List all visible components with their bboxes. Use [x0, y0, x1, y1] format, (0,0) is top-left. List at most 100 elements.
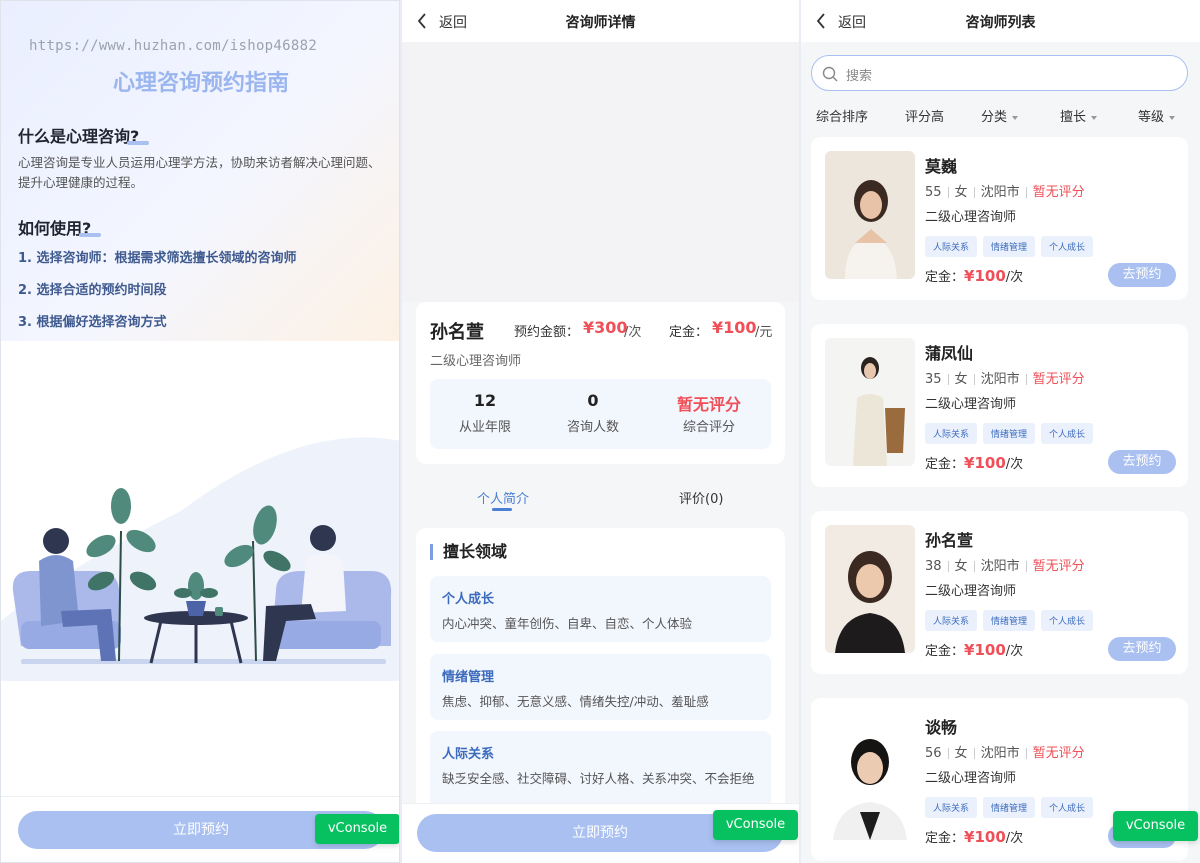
filter-specialty[interactable]: 擅长	[1060, 106, 1098, 125]
watermark: https://www.huzhan.com/ishop46882	[29, 38, 318, 54]
fee-value: ¥300	[583, 318, 628, 337]
search-placeholder: 搜索	[846, 69, 873, 84]
stat-value: 0	[587, 391, 599, 410]
city: 沈阳市	[980, 185, 1020, 200]
guide-title: 心理咨询预约指南	[112, 71, 289, 96]
divider	[973, 748, 975, 759]
list-nav-bar: 返回 咨询师列表	[801, 0, 1200, 42]
counselor-level: 二级心理咨询师	[925, 771, 1017, 786]
vconsole-button[interactable]: vConsole	[713, 810, 798, 840]
deposit-unit: /元	[755, 325, 773, 340]
back-button[interactable]: 返回	[838, 12, 866, 32]
step-3: 3. 根据偏好选择咨询方式	[18, 315, 167, 330]
counselor-card[interactable]: 孙名萱 38 女沈阳市 暂无评分 二级心理咨询师 人际关系 情绪管理 个人成长 定金：¥…	[811, 511, 1188, 674]
age: 56	[925, 746, 942, 761]
tag: 个人成长	[1041, 236, 1094, 257]
gender: 女	[954, 746, 968, 761]
deposit-amount: ¥100	[964, 454, 1006, 472]
deposit: 定金：¥100/次	[925, 640, 1023, 659]
filter-level[interactable]: 等级	[1138, 106, 1176, 125]
filter-label: 擅长	[1060, 110, 1087, 125]
stat-label: 综合评分	[682, 420, 735, 435]
counselor-name: 孙名萱	[430, 322, 484, 343]
counselor-photo	[825, 525, 915, 653]
deposit-unit: /次	[1005, 644, 1024, 659]
divider	[1025, 561, 1027, 572]
stat-label: 咨询人数	[566, 420, 619, 435]
tag: 情绪管理	[983, 797, 1036, 818]
specialty-desc: 缺乏安全感、社交障碍、讨好人格、关系冲突、不会拒绝	[442, 771, 755, 786]
specialty-item: 情绪管理 焦虑、抑郁、无意义感、情绪失控/冲动、羞耻感	[430, 654, 771, 720]
profile-card: 孙名萱 预约金额： ¥300 /次 定金： ¥100 /元 二级心理咨询师 12…	[416, 302, 785, 464]
how-heading: 如何使用?	[18, 215, 102, 239]
vconsole-button[interactable]: vConsole	[1113, 811, 1198, 841]
book-button[interactable]: 去预约	[1108, 450, 1176, 474]
stat-clients: 0 咨询人数	[538, 391, 648, 435]
counselor-meta: 55 女沈阳市 暂无评分	[925, 181, 1085, 200]
deposit: 定金：¥100/次	[925, 453, 1023, 472]
deposit-label: 定金：	[925, 831, 965, 846]
counselor-level: 二级心理咨询师	[925, 397, 1017, 412]
tag: 人际关系	[925, 236, 978, 257]
counselor-name: 孙名萱	[925, 531, 974, 550]
deposit-label: 定金：	[925, 457, 965, 472]
counselor-meta: 35 女沈阳市 暂无评分	[925, 368, 1085, 387]
divider	[1025, 748, 1027, 759]
tab-reviews[interactable]: 评价(0)	[679, 488, 723, 507]
deposit-value: ¥100	[712, 318, 757, 337]
specialty-card: 擅长领域 个人成长 内心冲突、童年创伤、自卑、自恋、个人体验 情绪管理 焦虑、抑…	[416, 528, 785, 828]
search-input[interactable]: 搜索	[811, 55, 1188, 91]
counselor-card[interactable]: 莫巍 55 女沈阳市 暂无评分 二级心理咨询师 人际关系 情绪管理 个人成长 定金：¥1…	[811, 137, 1188, 300]
vconsole-button[interactable]: vConsole	[315, 814, 399, 844]
back-button[interactable]: 返回	[439, 12, 467, 32]
list-panel: 返回 咨询师列表 搜索 综合排序 评分高 分类 擅长 等级 莫巍 55 女沈阳市暂…	[801, 0, 1200, 863]
deposit-amount: ¥100	[964, 641, 1006, 659]
counselor-meta: 38 女沈阳市 暂无评分	[925, 555, 1085, 574]
guide-panel: https://www.huzhan.com/ishop46882 心理咨询预约…	[0, 0, 400, 863]
filter-label: 分类	[981, 110, 1008, 125]
filter-category[interactable]: 分类	[981, 106, 1019, 125]
step-2: 2. 选择合适的预约时间段	[18, 283, 167, 298]
tag: 人际关系	[925, 610, 978, 631]
filter-label: 等级	[1138, 110, 1165, 125]
counselor-name: 蒲凤仙	[925, 344, 974, 363]
what-heading: 什么是心理咨询?	[18, 123, 150, 147]
deposit-unit: /次	[1005, 831, 1024, 846]
divider	[1025, 374, 1027, 385]
divider	[973, 561, 975, 572]
tag: 个人成长	[1041, 797, 1094, 818]
specialty-name: 情绪管理	[442, 670, 495, 685]
divider	[947, 561, 949, 572]
book-button[interactable]: 去预约	[1108, 263, 1176, 287]
deposit-amount: ¥100	[964, 267, 1006, 285]
specialty-item: 个人成长 内心冲突、童年创伤、自卑、自恋、个人体验	[430, 576, 771, 642]
divider	[947, 748, 949, 759]
tab-profile[interactable]: 个人简介	[477, 488, 529, 507]
deposit-label: 定金：	[925, 644, 965, 659]
deposit: 定金：¥100/次	[925, 827, 1023, 846]
stat-years: 12 从业年限	[430, 391, 540, 435]
specialty-title: 擅长领域	[430, 544, 507, 560]
counselor-name: 谈畅	[925, 718, 958, 737]
search-icon	[822, 66, 838, 82]
counselor-card[interactable]: 蒲凤仙 35 女沈阳市 暂无评分 二级心理咨询师 人际关系 情绪管理 个人成长 定金：¥…	[811, 324, 1188, 487]
stats-box: 12 从业年限 0 咨询人数 暂无评分 综合评分	[430, 379, 771, 449]
step-1: 1. 选择咨询师：根据需求筛选擅长领域的咨询师	[18, 251, 297, 266]
rating: 暂无评分	[1032, 372, 1085, 387]
filter-label: 综合排序	[816, 110, 869, 125]
deposit-amount: ¥100	[964, 828, 1006, 846]
counselor-meta: 56 女沈阳市 暂无评分	[925, 742, 1085, 761]
tag-list: 人际关系 情绪管理 个人成长	[925, 796, 1099, 818]
back-arrow-icon[interactable]	[816, 13, 826, 29]
divider	[1025, 187, 1027, 198]
deposit-label: 定金：	[925, 270, 965, 285]
tag-list: 人际关系 情绪管理 个人成长	[925, 235, 1099, 257]
tag: 情绪管理	[983, 236, 1036, 257]
back-arrow-icon[interactable]	[417, 13, 427, 29]
filter-sort[interactable]: 综合排序	[816, 106, 868, 125]
tag-list: 人际关系 情绪管理 个人成长	[925, 422, 1099, 444]
book-button[interactable]: 去预约	[1108, 637, 1176, 661]
tag: 情绪管理	[983, 423, 1036, 444]
filter-rating[interactable]: 评分高	[905, 106, 944, 125]
tag: 人际关系	[925, 797, 978, 818]
